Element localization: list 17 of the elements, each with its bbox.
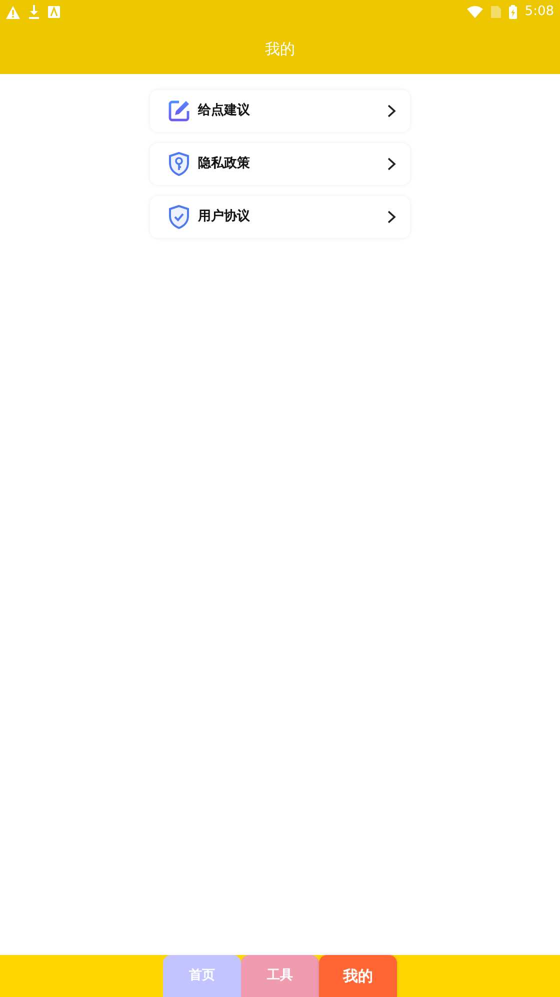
menu-item[interactable]: 隐私政策 xyxy=(150,143,410,185)
page-title: 我的 xyxy=(265,39,295,60)
menu-item[interactable]: 用户协议 xyxy=(150,196,410,238)
clock: 5:08 xyxy=(524,3,554,22)
download-icon xyxy=(28,5,40,19)
chevron-right-icon xyxy=(387,104,396,118)
battery-icon xyxy=(508,5,517,19)
shield-key-icon xyxy=(168,152,190,176)
warning-icon xyxy=(6,6,20,18)
chevron-right-icon xyxy=(387,210,396,224)
app-icon xyxy=(48,6,60,18)
wifi-icon xyxy=(466,6,483,18)
no-sim-icon xyxy=(490,6,501,18)
menu-item[interactable]: 给点建议 xyxy=(150,90,410,132)
edit-icon xyxy=(168,100,190,122)
chevron-right-icon xyxy=(387,157,396,171)
shield-check-icon xyxy=(168,205,190,229)
